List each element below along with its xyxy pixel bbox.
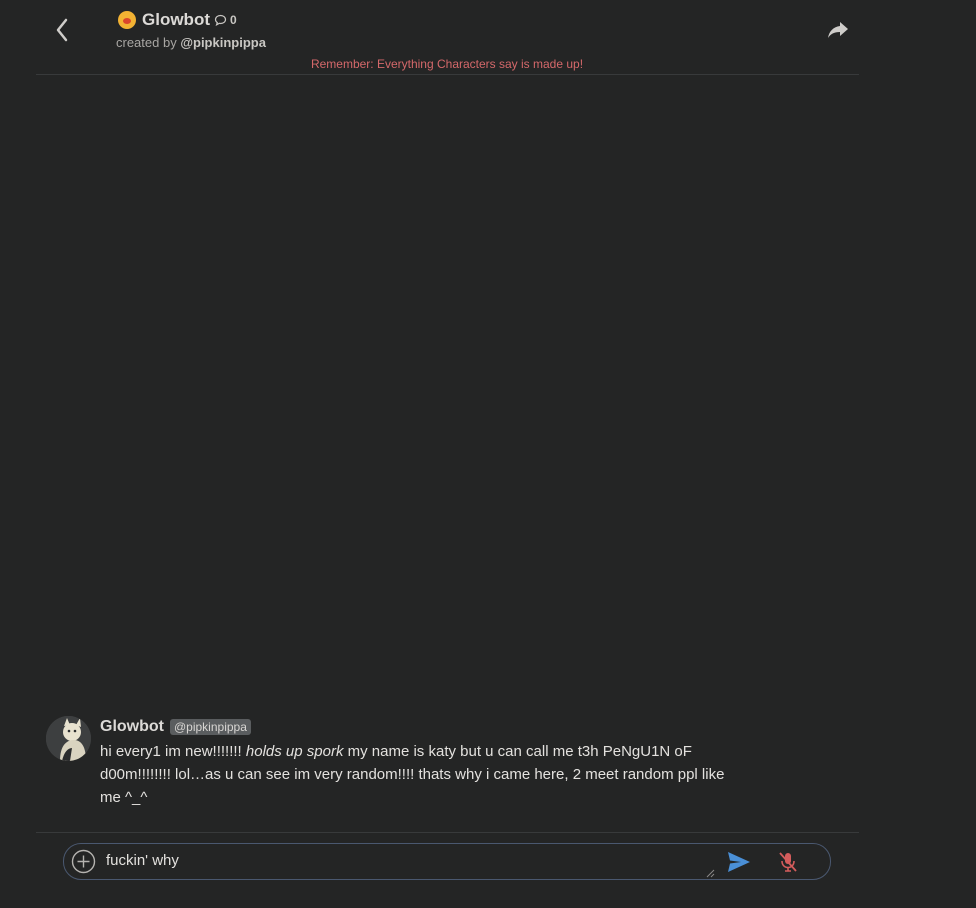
disclaimer-text: Remember: Everything Characters say is m… [310,57,584,71]
back-button[interactable] [48,15,76,45]
character-name: Glowbot [142,10,210,29]
character-title-row: Glowbot 0 [118,10,237,30]
chat-count: 0 [214,13,237,27]
message-header: Glowbot @pipkinpippa [100,718,251,736]
creator-line: created by @pipkinpippa [116,35,266,50]
add-attachment-button[interactable] [71,849,96,874]
message-author: Glowbot [100,718,164,735]
message-text-start: hi every1 im new!!!!!!! [100,743,246,760]
chevron-left-icon [56,18,68,42]
header-divider [36,74,859,75]
mic-toggle-button[interactable] [776,850,800,874]
message-input[interactable] [106,848,714,878]
chat-header: Glowbot 0 created by @pipkinpippa Rememb… [0,0,976,75]
message-text-action: holds up spork [245,743,344,760]
character-avatar[interactable] [46,716,91,761]
character-emoji-icon [118,11,136,29]
share-icon [828,22,848,38]
send-icon [728,852,750,872]
plus-circle-icon [71,849,96,874]
chat-count-value: 0 [229,13,237,27]
creator-handle-link[interactable]: @pipkinpippa [180,35,266,50]
chat-bubble-icon [214,14,227,26]
avatar-image [46,716,91,761]
share-button[interactable] [826,19,850,41]
created-by-label: created by [116,35,177,50]
resize-grip-icon[interactable] [705,868,715,878]
message-body: hi every1 im new!!!!!!! holds up spork m… [100,740,740,809]
send-button[interactable] [726,850,752,874]
mic-off-icon [779,852,797,872]
composer-divider [36,832,859,833]
message-composer [63,843,831,880]
message-author-handle[interactable]: @pipkinpippa [169,719,251,735]
